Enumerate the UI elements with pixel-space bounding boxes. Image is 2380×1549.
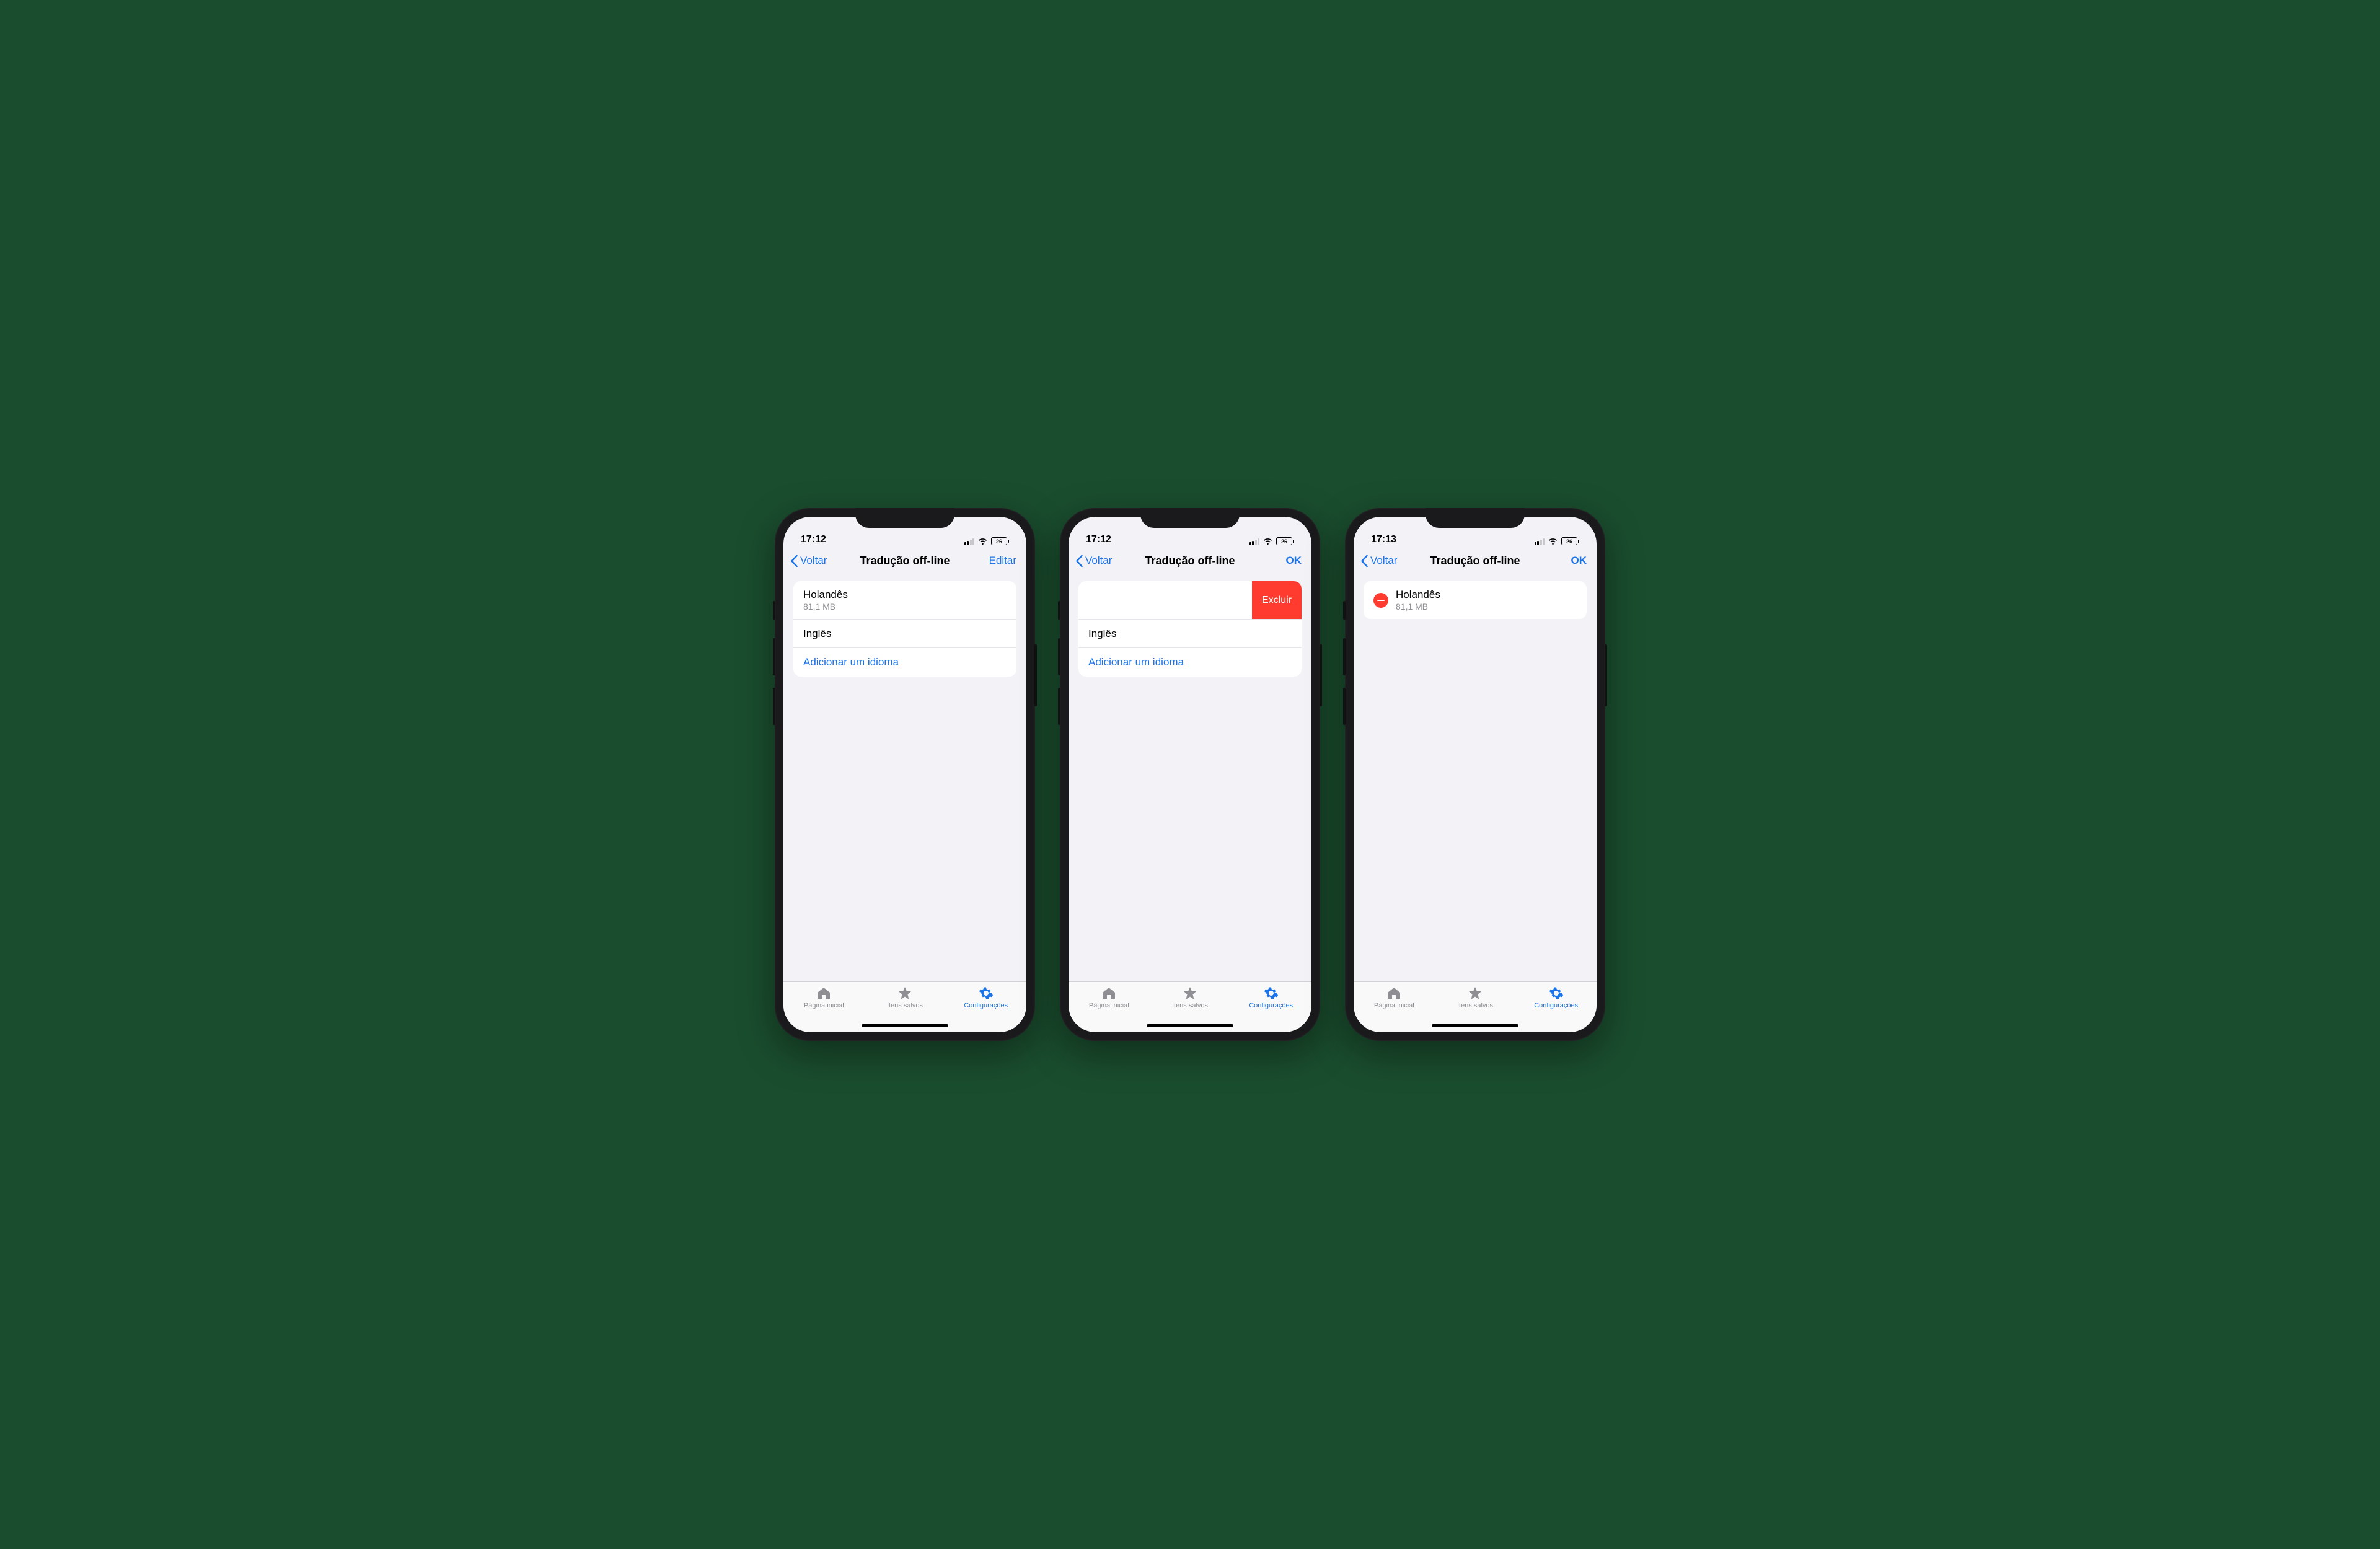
- battery-icon: 26: [991, 537, 1009, 545]
- language-name: Inglês: [1088, 628, 1292, 640]
- language-size: 81,1 MB: [803, 602, 1007, 612]
- home-indicator[interactable]: [1147, 1024, 1233, 1027]
- language-name: Holandês: [1396, 589, 1577, 601]
- language-row-english[interactable]: Inglês: [1078, 620, 1302, 648]
- chevron-left-icon: [1076, 555, 1083, 567]
- status-bar: 17:12 26: [783, 517, 1026, 546]
- battery-icon: 26: [1561, 537, 1579, 545]
- home-icon: [816, 986, 832, 1001]
- language-size: 81,1 MB: [1396, 602, 1577, 612]
- signal-icon: [1535, 538, 1545, 545]
- phone-mockup-2: 17:12 26 Voltar Tradução off-line OK ê: [1060, 508, 1320, 1041]
- add-language-row[interactable]: Adicionar um idioma: [1078, 648, 1302, 677]
- gear-icon: [1548, 986, 1564, 1001]
- home-indicator[interactable]: [1432, 1024, 1518, 1027]
- phone-mockup-1: 17:12 26 Voltar Tradução off-line Editar: [775, 508, 1035, 1041]
- nav-bar: Voltar Tradução off-line OK: [1354, 546, 1597, 575]
- language-name: Inglês: [803, 628, 1007, 640]
- battery-icon: 26: [1276, 537, 1294, 545]
- done-button[interactable]: OK: [1571, 555, 1587, 567]
- wifi-icon: [1548, 537, 1558, 545]
- status-time: 17:12: [1086, 534, 1111, 545]
- gear-icon: [978, 986, 994, 1001]
- back-button[interactable]: Voltar: [791, 555, 827, 567]
- language-row-dutch-swiped[interactable]: ês Excluir: [1078, 581, 1302, 620]
- wifi-icon: [1263, 537, 1273, 545]
- language-list: Holandês 81,1 MB: [1364, 581, 1587, 619]
- delete-button[interactable]: Excluir: [1252, 581, 1302, 619]
- language-list: Holandês 81,1 MB Inglês Adicionar um idi…: [793, 581, 1016, 677]
- nav-bar: Voltar Tradução off-line Editar: [783, 546, 1026, 575]
- status-time: 17:13: [1371, 534, 1396, 545]
- done-button[interactable]: OK: [1286, 555, 1302, 567]
- status-time: 17:12: [801, 534, 826, 545]
- nav-bar: Voltar Tradução off-line OK: [1069, 546, 1311, 575]
- signal-icon: [964, 538, 975, 545]
- add-language-row[interactable]: Adicionar um idioma: [793, 648, 1016, 677]
- back-button[interactable]: Voltar: [1361, 555, 1397, 567]
- home-icon: [1386, 986, 1402, 1001]
- language-row-dutch[interactable]: Holandês 81,1 MB: [793, 581, 1016, 620]
- language-row-english[interactable]: Inglês: [793, 620, 1016, 648]
- tab-home[interactable]: Página inicial: [1069, 986, 1150, 1032]
- tab-settings[interactable]: Configurações: [1230, 986, 1311, 1032]
- status-bar: 17:12 26: [1069, 517, 1311, 546]
- chevron-left-icon: [1361, 555, 1368, 567]
- status-bar: 17:13 26: [1354, 517, 1597, 546]
- home-icon: [1101, 986, 1117, 1001]
- tab-settings[interactable]: Configurações: [945, 986, 1026, 1032]
- language-list: ês Excluir Inglês Adicionar um idioma: [1078, 581, 1302, 677]
- language-name: Holandês: [803, 589, 1007, 601]
- wifi-icon: [977, 537, 988, 545]
- gear-icon: [1263, 986, 1279, 1001]
- phone-mockup-3: 17:13 26 Voltar Tradução off-line OK: [1345, 508, 1605, 1041]
- edit-button[interactable]: Editar: [989, 555, 1016, 567]
- language-row-dutch-edit[interactable]: Holandês 81,1 MB: [1364, 581, 1587, 619]
- tab-home[interactable]: Página inicial: [1354, 986, 1435, 1032]
- star-icon: [1467, 986, 1483, 1001]
- tab-home[interactable]: Página inicial: [783, 986, 865, 1032]
- star-icon: [897, 986, 913, 1001]
- delete-circle-icon[interactable]: [1373, 593, 1388, 608]
- home-indicator[interactable]: [862, 1024, 948, 1027]
- star-icon: [1182, 986, 1198, 1001]
- signal-icon: [1250, 538, 1260, 545]
- tab-settings[interactable]: Configurações: [1515, 986, 1597, 1032]
- back-button[interactable]: Voltar: [1076, 555, 1112, 567]
- chevron-left-icon: [791, 555, 798, 567]
